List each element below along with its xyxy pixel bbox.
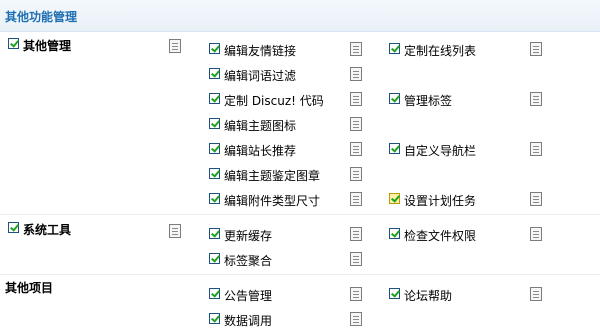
label-thread-icons: 编辑主题图标: [224, 119, 297, 133]
label-discuz-code: 定制 Discuz! 代码: [224, 94, 324, 108]
label-announcements: 公告管理: [224, 289, 273, 303]
section-notes-icon[interactable]: [169, 39, 181, 53]
section-divider: [0, 214, 600, 215]
label-forum-help: 论坛帮助: [404, 289, 453, 303]
label-scheduled-tasks: 设置计划任务: [404, 194, 477, 208]
section-divider: [0, 274, 600, 275]
notes-icon[interactable]: [350, 92, 362, 106]
notes-icon[interactable]: [350, 142, 362, 156]
label-thread-stamps: 编辑主题鉴定图章: [224, 169, 321, 183]
label-check-permissions: 检查文件权限: [404, 229, 477, 243]
checkbox-admin-recommend[interactable]: [209, 143, 220, 154]
label-data-calls: 数据调用: [224, 314, 273, 328]
checkbox-thread-stamps[interactable]: [209, 168, 220, 179]
notes-icon[interactable]: [350, 252, 362, 266]
notes-icon[interactable]: [530, 42, 542, 56]
section-checkbox-system-tools[interactable]: [8, 222, 19, 233]
label-word-filter: 编辑词语过滤: [224, 69, 297, 83]
checkbox-discuz-code[interactable]: [209, 93, 220, 104]
checkbox-forum-help[interactable]: [389, 288, 400, 299]
notes-icon[interactable]: [350, 227, 362, 241]
panel-header: 其他功能管理: [0, 0, 600, 32]
checkbox-tag-aggregate[interactable]: [209, 253, 220, 264]
checkbox-check-permissions[interactable]: [389, 228, 400, 239]
section-label-other-management: 其他管理: [23, 39, 72, 53]
notes-icon[interactable]: [530, 92, 542, 106]
notes-icon[interactable]: [350, 287, 362, 301]
section-notes-icon[interactable]: [169, 224, 181, 238]
label-friend-links: 编辑友情链接: [224, 44, 297, 58]
notes-icon[interactable]: [350, 117, 362, 131]
notes-icon[interactable]: [350, 67, 362, 81]
notes-icon[interactable]: [350, 192, 362, 206]
checkbox-friend-links[interactable]: [209, 43, 220, 54]
checkbox-thread-icons[interactable]: [209, 118, 220, 129]
label-attachment-sizes: 编辑附件类型尺寸: [224, 194, 321, 208]
notes-icon[interactable]: [530, 192, 542, 206]
label-update-cache: 更新缓存: [224, 229, 273, 243]
notes-icon[interactable]: [350, 167, 362, 181]
section-label-system-tools: 系统工具: [23, 223, 72, 237]
panel-title: 其他功能管理: [5, 10, 78, 24]
checkbox-manage-tags[interactable]: [389, 93, 400, 104]
checkbox-update-cache[interactable]: [209, 228, 220, 239]
notes-icon[interactable]: [350, 42, 362, 56]
label-online-list: 定制在线列表: [404, 44, 477, 58]
checkbox-word-filter[interactable]: [209, 68, 220, 79]
checkbox-announcements[interactable]: [209, 288, 220, 299]
label-custom-nav: 自定义导航栏: [404, 144, 477, 158]
checkbox-online-list[interactable]: [389, 43, 400, 54]
checkbox-scheduled-tasks[interactable]: [389, 193, 400, 204]
notes-icon[interactable]: [530, 287, 542, 301]
checkbox-custom-nav[interactable]: [389, 143, 400, 154]
notes-icon[interactable]: [530, 142, 542, 156]
checkbox-attachment-sizes[interactable]: [209, 193, 220, 204]
section-checkbox-other-management[interactable]: [8, 38, 19, 49]
notes-icon[interactable]: [350, 312, 362, 326]
label-manage-tags: 管理标签: [404, 94, 453, 108]
checkbox-data-calls[interactable]: [209, 313, 220, 324]
notes-icon[interactable]: [530, 227, 542, 241]
label-tag-aggregate: 标签聚合: [224, 254, 273, 268]
section-label-other-items: 其他项目: [5, 281, 54, 295]
label-admin-recommend: 编辑站长推荐: [224, 144, 297, 158]
